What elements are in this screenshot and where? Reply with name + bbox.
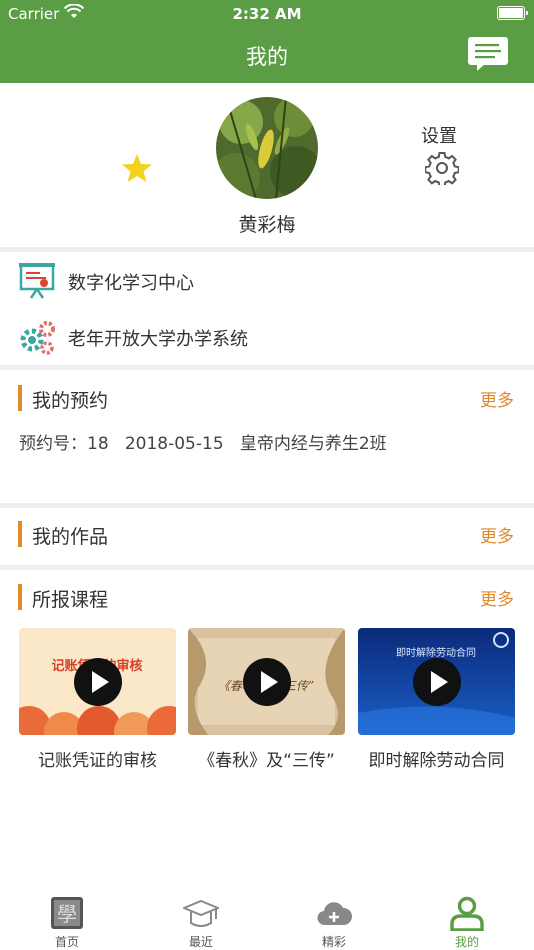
tab-label: 最近 bbox=[188, 935, 213, 949]
presentation-board-icon bbox=[19, 263, 55, 299]
section-title: 我的预约 bbox=[32, 390, 109, 412]
tab-label: 精彩 bbox=[321, 935, 346, 949]
section-accent-bar bbox=[18, 584, 22, 610]
section-accent-bar bbox=[18, 385, 22, 411]
section-works: 我的作品 更多 bbox=[0, 508, 534, 558]
tab-label: 首页 bbox=[54, 935, 79, 949]
tab-home[interactable]: 學 首页 bbox=[0, 890, 134, 950]
course-title: 即时解除劳动合同 bbox=[368, 751, 505, 771]
user-icon bbox=[450, 896, 484, 931]
reservation-item[interactable]: 预约号：18 2018-05-15 皇帝内经与养生2班 bbox=[19, 429, 387, 454]
graduation-cap-icon bbox=[183, 899, 219, 927]
tab-highlights[interactable]: 精彩 bbox=[267, 890, 401, 950]
course-title: 记账凭证的审核 bbox=[38, 751, 157, 771]
gears-icon bbox=[20, 321, 55, 355]
profile-card: 黄彩梅 设置 bbox=[0, 83, 534, 247]
courses-more-button[interactable]: 更多 bbox=[480, 585, 514, 610]
nav-bar: 我的 bbox=[0, 28, 534, 83]
section-title: 所报课程 bbox=[32, 589, 109, 611]
cloud-plus-icon bbox=[317, 902, 352, 926]
divider bbox=[0, 565, 534, 570]
settings-label[interactable]: 设置 bbox=[421, 122, 457, 148]
user-name: 黄彩梅 bbox=[238, 214, 296, 236]
reservations-more-button[interactable]: 更多 bbox=[480, 386, 514, 411]
gear-icon[interactable] bbox=[425, 151, 459, 185]
tab-mine[interactable]: 我的 bbox=[400, 890, 534, 950]
tab-label: 我的 bbox=[454, 935, 479, 949]
play-icon[interactable] bbox=[413, 658, 461, 706]
divider bbox=[0, 365, 534, 370]
works-more-button[interactable]: 更多 bbox=[480, 522, 514, 547]
message-icon[interactable] bbox=[467, 36, 509, 72]
section-title: 我的作品 bbox=[32, 526, 109, 548]
study-icon: 學 bbox=[51, 897, 83, 929]
link-university-system[interactable]: 老年开放大学办学系统 bbox=[0, 308, 534, 364]
avatar[interactable] bbox=[216, 97, 318, 199]
link-digital-learning-center[interactable]: 数字化学习中心 bbox=[0, 252, 534, 308]
link-label: 老年开放大学办学系统 bbox=[68, 329, 248, 350]
course-title: 《春秋》及“三传” bbox=[198, 751, 335, 771]
tab-bar: 學 首页 最近 精彩 我的 bbox=[0, 890, 534, 950]
play-icon[interactable] bbox=[243, 658, 291, 706]
tab-recent[interactable]: 最近 bbox=[134, 890, 268, 950]
status-time: 2:32 AM bbox=[232, 5, 302, 23]
link-label: 数字化学习中心 bbox=[68, 273, 194, 294]
page-title: 我的 bbox=[246, 45, 288, 69]
battery-icon bbox=[497, 6, 528, 20]
svg-text:學: 學 bbox=[57, 902, 77, 926]
status-bar: Carrier 2:32 AM bbox=[0, 0, 534, 28]
section-reservations: 我的预约 更多 bbox=[0, 372, 534, 422]
play-icon[interactable] bbox=[74, 658, 122, 706]
section-accent-bar bbox=[18, 521, 22, 547]
section-courses: 所报课程 更多 bbox=[0, 571, 534, 621]
star-icon[interactable] bbox=[121, 152, 153, 184]
